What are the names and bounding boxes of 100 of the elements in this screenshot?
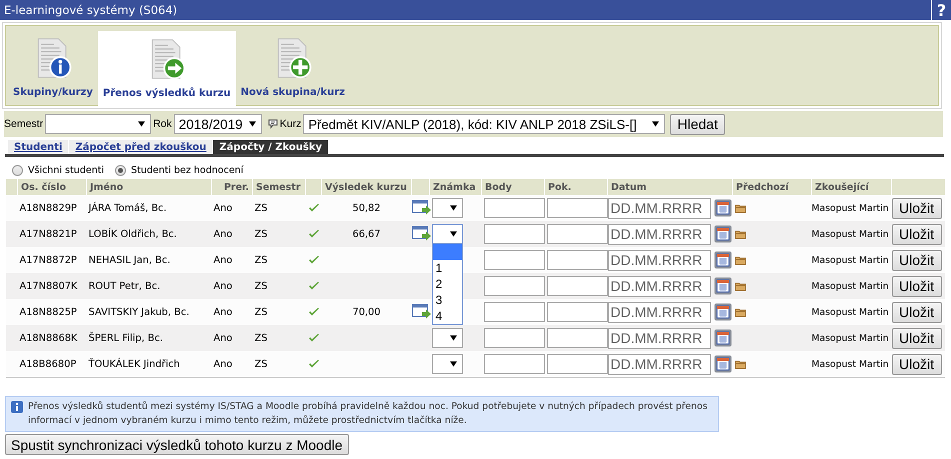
- calendar-icon[interactable]: [714, 251, 732, 269]
- caret-icon: [450, 361, 456, 367]
- rok-select[interactable]: 2018/2019: [174, 114, 262, 134]
- pok-field[interactable]: [546, 328, 608, 348]
- pok-field[interactable]: [546, 198, 608, 218]
- grade-select[interactable]: [432, 354, 462, 374]
- folder-icon[interactable]: [734, 308, 746, 316]
- sync-button[interactable]: Spustit synchronizaci výsledků tohoto kurzu z Moodle: [5, 434, 348, 455]
- table-cell: ZS: [254, 228, 268, 240]
- checkmark-icon: [308, 203, 320, 213]
- search-button[interactable]: Hledat: [670, 114, 725, 134]
- calendar-icon[interactable]: [714, 277, 732, 295]
- table-cell: Ano: [214, 202, 232, 214]
- date-field[interactable]: DD.MM.RRRR: [608, 250, 710, 270]
- table-cell: JÁRA Tomáš, Bc.: [88, 202, 167, 214]
- calendar-icon[interactable]: [714, 355, 732, 373]
- table-cell: ZS: [254, 306, 268, 318]
- folder-icon[interactable]: [734, 204, 746, 212]
- sub-tab[interactable]: Studenti: [8, 140, 68, 154]
- points-field[interactable]: [484, 276, 544, 296]
- radio-label: Studenti bez hodnocení: [130, 164, 244, 176]
- table-cell: NEHASIL Jan, Bc.: [88, 254, 170, 266]
- save-button[interactable]: Uložit: [892, 328, 942, 348]
- pok-field[interactable]: [546, 276, 608, 296]
- folder-icon[interactable]: [734, 360, 746, 368]
- radio-button[interactable]: [114, 164, 126, 176]
- grade-select[interactable]: [432, 328, 462, 348]
- save-button[interactable]: Uložit: [892, 224, 942, 244]
- date-field[interactable]: DD.MM.RRRR: [608, 302, 710, 322]
- caret-icon: [450, 231, 456, 237]
- pok-field[interactable]: [546, 302, 608, 322]
- table-cell: A17N8821P: [20, 228, 77, 240]
- points-field[interactable]: [484, 250, 544, 270]
- window-arrow-icon[interactable]: [412, 304, 432, 320]
- column-header: Os. číslo: [18, 179, 86, 195]
- grade-select[interactable]: [432, 198, 462, 218]
- rok-label: Rok: [153, 118, 172, 130]
- dropdown-option[interactable]: 4: [432, 308, 462, 324]
- checkmark-icon: [308, 255, 320, 265]
- column-header: Výsledek kurzu: [322, 179, 412, 195]
- save-button[interactable]: Uložit: [892, 276, 942, 296]
- radio-button[interactable]: [12, 164, 23, 176]
- folder-icon[interactable]: [734, 230, 746, 238]
- table-cell: ŤOUKÁLEK Jindřich: [88, 358, 180, 370]
- pok-field[interactable]: [546, 354, 608, 374]
- window-arrow-icon[interactable]: [412, 226, 432, 242]
- date-field[interactable]: DD.MM.RRRR: [608, 224, 710, 244]
- select-value: Předmět KIV/ANLP (2018), kód: KIV ANLP 2018 ZSiLS-[]: [308, 116, 637, 132]
- table-cell: ZS: [254, 332, 268, 344]
- pok-field[interactable]: [546, 250, 608, 270]
- table-cell: Ano: [214, 228, 232, 240]
- save-button[interactable]: Uložit: [892, 250, 942, 270]
- table-cell: Masopust Martin: [812, 254, 889, 266]
- points-field[interactable]: [484, 198, 544, 218]
- points-field[interactable]: [484, 224, 544, 244]
- select-value: 2018/2019: [178, 116, 243, 132]
- points-field[interactable]: [484, 302, 544, 322]
- save-button[interactable]: Uložit: [892, 198, 942, 218]
- kurz-select[interactable]: Předmět KIV/ANLP (2018), kód: KIV ANLP 2018 ZSiLS-[]: [303, 114, 666, 134]
- points-field[interactable]: [484, 328, 544, 348]
- table-cell: Masopust Martin: [812, 280, 889, 292]
- table-cell: A18N8868K: [20, 332, 78, 344]
- radio-label: Všichni studenti: [28, 164, 104, 176]
- grade-select[interactable]: [432, 224, 462, 244]
- save-button[interactable]: Uložit: [892, 302, 942, 322]
- calendar-icon[interactable]: [714, 303, 732, 321]
- window-arrow-icon[interactable]: [412, 200, 432, 216]
- calendar-icon[interactable]: [714, 329, 732, 347]
- dropdown-option[interactable]: 2: [432, 276, 462, 292]
- dropdown-option[interactable]: 1: [432, 260, 462, 276]
- folder-icon[interactable]: [734, 282, 746, 290]
- nav-tab[interactable]: Skupiny/kurzy: [8, 31, 98, 105]
- semestr-select[interactable]: [45, 114, 152, 134]
- table-cell: A17N8807K: [20, 280, 78, 292]
- sub-tab[interactable]: Zápočty / Zkoušky: [213, 140, 328, 154]
- date-field[interactable]: DD.MM.RRRR: [608, 276, 710, 296]
- table-cell: A17N8872P: [20, 254, 77, 266]
- nav-tab[interactable]: Přenos výsledků kurzu: [98, 31, 236, 106]
- column-header: Předchozí: [732, 179, 812, 195]
- caret-icon: [138, 121, 146, 127]
- table-cell: Masopust Martin: [812, 358, 889, 370]
- save-button[interactable]: Uložit: [892, 354, 942, 374]
- date-field[interactable]: DD.MM.RRRR: [608, 354, 710, 374]
- checkmark-icon: [308, 281, 320, 291]
- table-cell: A18N8825P: [20, 306, 77, 318]
- table-cell: Ano: [214, 306, 232, 318]
- calendar-icon[interactable]: [714, 199, 732, 217]
- sub-tab[interactable]: Zápočet před zkouškou: [69, 140, 212, 154]
- pok-field[interactable]: [546, 224, 608, 244]
- table-cell: 66,67: [352, 228, 381, 240]
- calendar-icon[interactable]: [714, 225, 732, 243]
- points-field[interactable]: [484, 354, 544, 374]
- comment-icon: [268, 119, 278, 129]
- column-header: Semestr: [252, 179, 306, 195]
- date-field[interactable]: DD.MM.RRRR: [608, 198, 710, 218]
- column-header: Body: [482, 179, 544, 195]
- date-field[interactable]: DD.MM.RRRR: [608, 328, 710, 348]
- nav-tab[interactable]: Nová skupina/kurz: [236, 31, 350, 105]
- folder-icon[interactable]: [734, 256, 746, 264]
- dropdown-option[interactable]: 3: [432, 292, 462, 308]
